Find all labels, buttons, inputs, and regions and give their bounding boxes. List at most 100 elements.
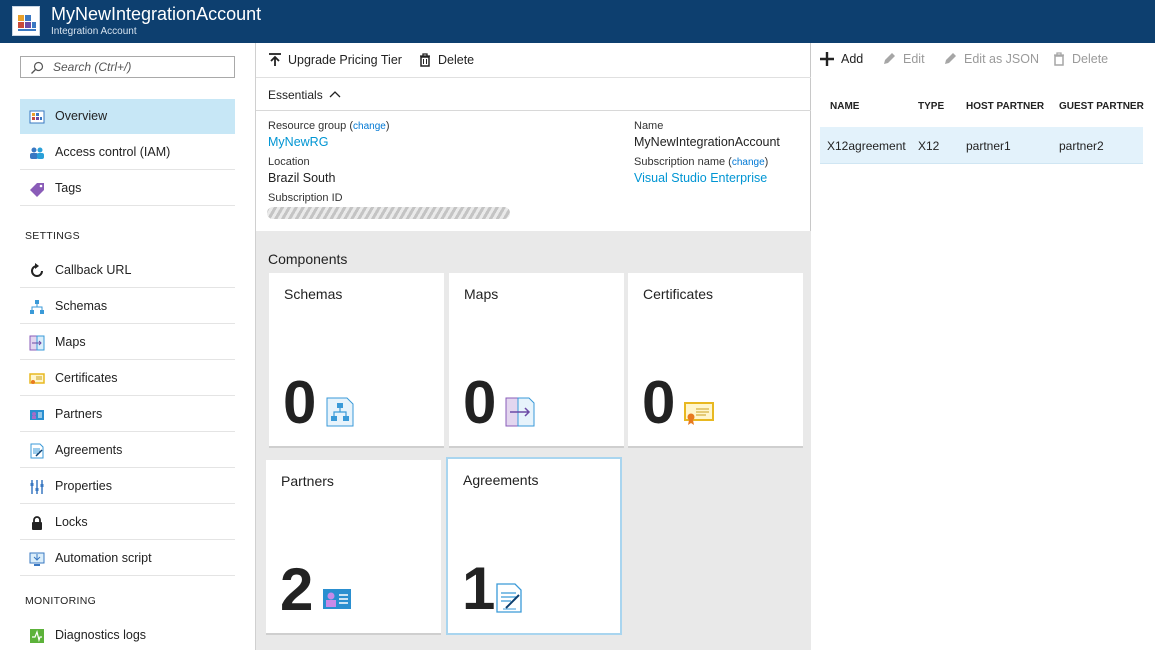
partner-icon — [323, 589, 351, 609]
upgrade-pricing-tier-button[interactable]: Upgrade Pricing Tier — [268, 53, 403, 69]
search-icon — [31, 61, 44, 74]
sidebar-item-properties[interactable]: Properties — [20, 469, 235, 504]
download-icon — [29, 552, 45, 566]
monitoring-heading: MONITORING — [25, 595, 97, 607]
sidebar-item-label: Agreements — [55, 443, 123, 457]
subscription-id-label: Subscription ID — [268, 192, 343, 204]
plus-icon — [820, 52, 834, 66]
sidebar-item-maps[interactable]: Maps — [20, 325, 235, 360]
overview-icon — [29, 110, 45, 124]
trash-icon — [420, 53, 430, 67]
table-row[interactable]: X12agreement X12 partner1 partner2 — [820, 127, 1143, 164]
certificates-tile[interactable]: Certificates 0 — [628, 273, 803, 448]
edit-label: Edit — [903, 52, 925, 66]
change-resource-group-link[interactable]: change — [353, 121, 386, 132]
schemas-tile[interactable]: Schemas 0 — [269, 273, 444, 448]
tag-icon — [30, 183, 44, 197]
essentials-label: Essentials — [268, 88, 323, 102]
integration-account-icon — [12, 6, 40, 36]
agreements-blade: Add Edit Edit as JSON Delete NAME TYPE H… — [811, 43, 1155, 650]
chevron-up-icon — [329, 91, 341, 98]
sidebar-item-label: Tags — [55, 181, 82, 195]
resource-group-link[interactable]: MyNewRG — [268, 135, 328, 149]
agreement-icon — [496, 583, 522, 613]
sidebar-item-label: Automation script — [55, 551, 152, 565]
cell-host-partner: partner1 — [966, 139, 1011, 153]
add-button[interactable]: Add — [820, 52, 875, 68]
sidebar-item-label: Locks — [55, 515, 88, 529]
sidebar-item-partners[interactable]: Partners — [20, 397, 235, 432]
maps-tile[interactable]: Maps 0 — [449, 273, 624, 448]
partner-icon — [30, 410, 44, 420]
trash-icon — [1054, 52, 1064, 66]
refresh-icon — [31, 263, 43, 277]
sidebar-item-callback-url[interactable]: Callback URL — [20, 253, 235, 288]
sidebar-item-automation-script[interactable]: Automation script — [20, 541, 235, 576]
sidebar-item-tags[interactable]: Tags — [20, 171, 235, 206]
delete-agreement-label: Delete — [1072, 52, 1109, 66]
sidebar-item-agreements[interactable]: Agreements — [20, 433, 235, 468]
name-value: MyNewIntegrationAccount — [634, 135, 780, 149]
search-input[interactable]: Search (Ctrl+/) — [20, 56, 235, 78]
map-icon — [29, 335, 45, 351]
upgrade-icon — [269, 53, 281, 66]
sidebar-item-access-control[interactable]: Access control (IAM) — [20, 135, 235, 170]
agreements-tile[interactable]: Agreements 1 — [446, 457, 622, 635]
sidebar-item-label: Partners — [55, 407, 103, 421]
edit-button[interactable]: Edit — [882, 52, 932, 68]
sidebar-item-label: Maps — [55, 335, 86, 349]
map-icon — [505, 397, 535, 427]
subscription-name-label: Subscription name (change) — [634, 156, 769, 168]
title-bar: MyNewIntegrationAccount Integration Acco… — [0, 0, 1155, 43]
delete-button[interactable]: Delete — [418, 53, 478, 69]
command-bar: Upgrade Pricing Tier Delete — [256, 43, 811, 78]
components-section: Components Schemas 0 Maps 0 Certificates… — [256, 231, 811, 650]
partners-tile[interactable]: Partners 2 — [266, 460, 441, 635]
diagnostics-icon — [30, 629, 44, 643]
column-header-type[interactable]: TYPE — [918, 101, 944, 112]
resource-menu: Search (Ctrl+/) Overview Access control … — [0, 43, 256, 650]
sidebar-item-label: Overview — [55, 109, 108, 123]
sidebar-item-label: Schemas — [55, 299, 108, 313]
tile-count: 1 — [462, 555, 496, 622]
cell-type: X12 — [918, 139, 940, 153]
cell-guest-partner: partner2 — [1059, 139, 1104, 153]
column-header-name[interactable]: NAME — [830, 101, 859, 112]
sidebar-item-schemas[interactable]: Schemas — [20, 289, 235, 324]
name-label: Name — [634, 120, 664, 132]
tile-count: 0 — [463, 369, 497, 436]
sidebar-item-label: Access control (IAM) — [55, 145, 171, 159]
tile-label: Agreements — [463, 472, 539, 488]
sidebar-item-label: Diagnostics logs — [55, 628, 147, 642]
edit-as-json-button[interactable]: Edit as JSON — [943, 52, 1040, 68]
tile-count: 0 — [642, 369, 676, 436]
sidebar-item-certificates[interactable]: Certificates — [20, 361, 235, 396]
sidebar-item-label: Certificates — [55, 371, 118, 385]
properties-icon — [30, 480, 44, 494]
subscription-id-redacted — [267, 207, 510, 219]
agreement-icon — [30, 443, 44, 459]
column-header-host-partner[interactable]: HOST PARTNER — [966, 101, 1044, 112]
sidebar-item-label: Properties — [55, 479, 112, 493]
lock-icon — [32, 516, 42, 530]
certificate-icon — [29, 373, 45, 384]
certificate-icon — [684, 402, 714, 425]
sidebar-item-locks[interactable]: Locks — [20, 505, 235, 540]
page-subtitle: Integration Account — [51, 26, 137, 37]
components-heading: Components — [268, 251, 348, 267]
edit-json-label: Edit as JSON — [964, 52, 1040, 66]
change-subscription-link[interactable]: change — [732, 157, 765, 168]
tile-label: Partners — [281, 473, 334, 489]
subscription-link[interactable]: Visual Studio Enterprise — [634, 171, 767, 185]
essentials-toggle[interactable]: Essentials — [256, 78, 811, 111]
tile-label: Maps — [464, 286, 499, 302]
sidebar-item-label: Callback URL — [55, 263, 132, 277]
search-placeholder: Search (Ctrl+/) — [53, 60, 132, 74]
location-value: Brazil South — [268, 171, 336, 185]
add-label: Add — [841, 52, 864, 66]
tile-label: Certificates — [643, 286, 714, 302]
sidebar-item-diagnostics-logs[interactable]: Diagnostics logs — [20, 618, 235, 653]
sidebar-item-overview[interactable]: Overview — [20, 99, 235, 134]
column-header-guest-partner[interactable]: GUEST PARTNER — [1059, 101, 1144, 112]
delete-agreement-button[interactable]: Delete — [1052, 52, 1112, 68]
